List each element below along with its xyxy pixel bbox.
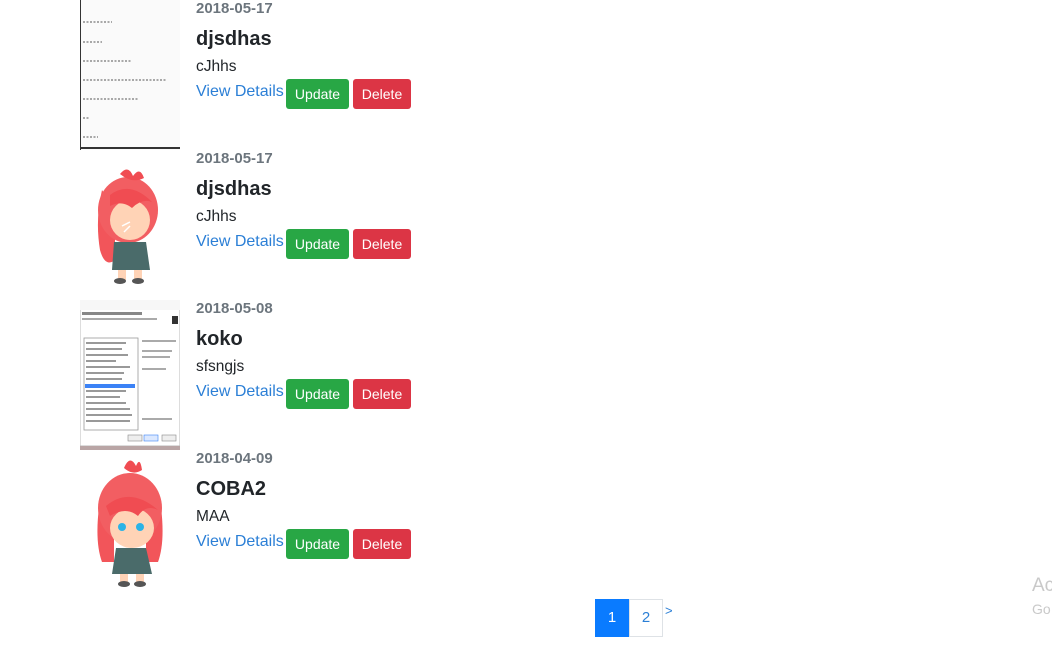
page-1-button[interactable]: 1: [595, 599, 629, 637]
terminal-screenshot-image: [80, 0, 180, 150]
view-details-link[interactable]: View Details: [196, 83, 284, 101]
view-details-link[interactable]: View Details: [196, 383, 284, 401]
post-subtitle: cJhhs: [196, 58, 237, 75]
delete-button[interactable]: Delete: [353, 529, 411, 559]
post-date: 2018-05-08: [196, 300, 273, 317]
post-title: koko: [196, 328, 243, 350]
view-details-link[interactable]: View Details: [196, 233, 284, 251]
delete-button[interactable]: Delete: [353, 79, 411, 109]
post-item: 2018-05-08 koko sfsngjs View Details Upd…: [80, 300, 420, 450]
installer-screenshot-image: [80, 300, 180, 450]
delete-button[interactable]: Delete: [353, 229, 411, 259]
post-title: COBA2: [196, 478, 267, 500]
update-button[interactable]: Update: [286, 229, 349, 259]
activation-watermark-subtitle: Go: [1032, 601, 1051, 617]
activation-watermark-title: Ac: [1032, 575, 1052, 596]
anime-girl-side-image: [80, 150, 180, 300]
post-date: 2018-05-17: [196, 150, 273, 167]
post-subtitle: sfsngjs: [196, 358, 245, 375]
post-item: 2018-04-09 COBA2 MAA View Details Update…: [80, 450, 420, 600]
post-date: 2018-05-17: [196, 0, 273, 17]
post-subtitle: MAA: [196, 508, 230, 525]
post-date: 2018-04-09: [196, 450, 273, 467]
delete-button[interactable]: Delete: [353, 379, 411, 409]
post-item: 2018-05-17 djsdhas cJhhs View Details Up…: [80, 0, 420, 150]
update-button[interactable]: Update: [286, 79, 349, 109]
post-subtitle: cJhhs: [196, 208, 237, 225]
post-item: 2018-05-17 djsdhas cJhhs View Details Up…: [80, 150, 420, 300]
page-2-button[interactable]: 2: [629, 599, 663, 637]
pagination: 1 2: [595, 599, 663, 637]
view-details-link[interactable]: View Details: [196, 533, 284, 551]
post-title: djsdhas: [196, 178, 272, 200]
anime-girl-front-image: [80, 450, 180, 600]
update-button[interactable]: Update: [286, 529, 349, 559]
update-button[interactable]: Update: [286, 379, 349, 409]
post-title: djsdhas: [196, 28, 272, 50]
next-page-link[interactable]: >: [665, 603, 673, 618]
